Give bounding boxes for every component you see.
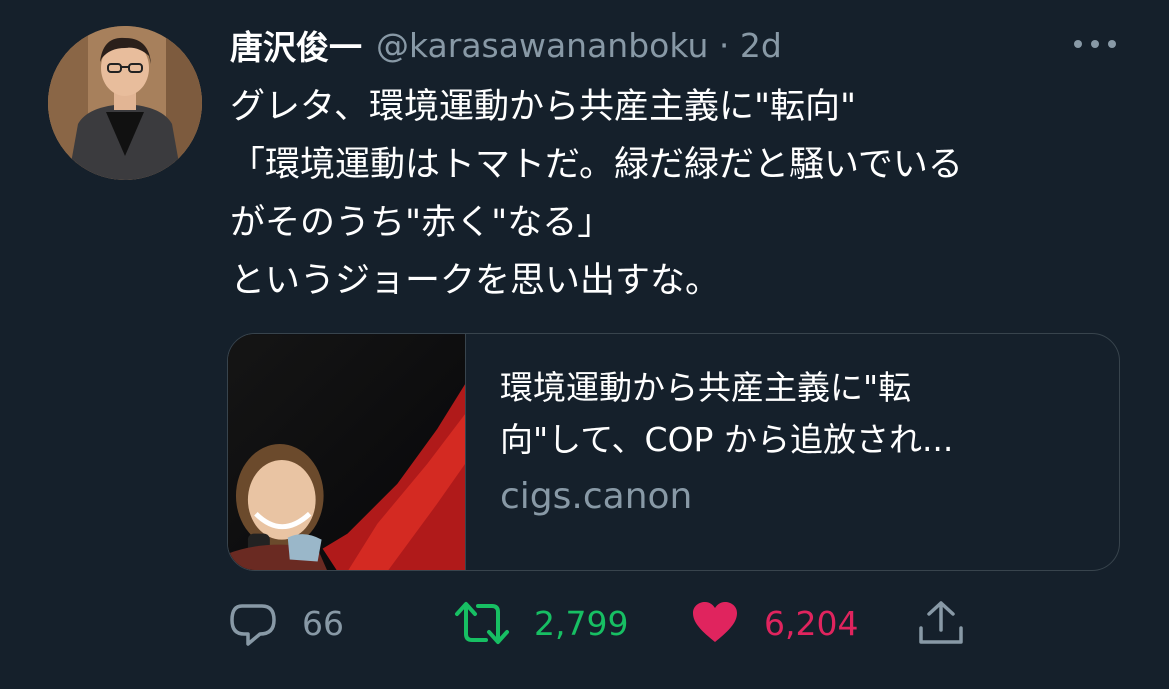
tweet-header: 唐沢俊一 @karasawananboku · 2d	[230, 20, 782, 70]
like-button[interactable]: 6,204	[690, 597, 858, 649]
link-card-image	[228, 334, 466, 570]
like-count: 6,204	[764, 603, 859, 643]
tweet-actions: 66 2,799 6,204	[228, 597, 988, 649]
tweet: 唐沢俊一 @karasawananboku · 2d グレタ、環境運動から共産主…	[0, 0, 1169, 689]
link-card[interactable]: 環境運動から共産主義に"転 向"して、COP から追放され... cigs.ca…	[227, 333, 1120, 571]
author-handle-and-time[interactable]: @karasawananboku · 2d	[376, 26, 782, 65]
reply-count: 66	[302, 603, 344, 643]
speech-bubble-icon	[228, 598, 278, 648]
share-button[interactable]	[916, 597, 966, 649]
reply-button[interactable]: 66	[228, 597, 344, 649]
link-card-title: 環境運動から共産主義に"転 向"して、COP から追放され...	[500, 368, 954, 459]
heart-icon	[690, 598, 740, 648]
link-card-body: 環境運動から共産主義に"転 向"して、COP から追放され... cigs.ca…	[466, 334, 1086, 570]
author-display-name[interactable]: 唐沢俊一	[230, 21, 362, 69]
link-card-domain: cigs.canon	[500, 476, 693, 517]
more-dots-icon[interactable]	[1072, 36, 1118, 52]
tweet-text: グレタ、環境運動から共産主義に"転向" 「環境運動はトマトだ。緑だ緑だと騒いでい…	[230, 87, 963, 301]
retweet-count: 2,799	[534, 603, 629, 643]
retweet-button[interactable]: 2,799	[454, 597, 628, 649]
avatar[interactable]	[48, 26, 202, 180]
share-upload-icon	[916, 598, 966, 648]
retweet-arrows-icon	[454, 598, 510, 648]
